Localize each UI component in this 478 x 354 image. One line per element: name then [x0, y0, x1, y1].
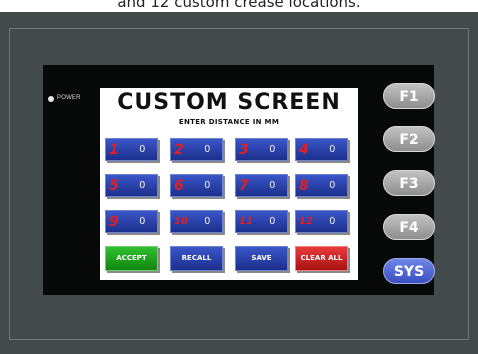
- location-button-12[interactable]: 12 0: [295, 210, 348, 233]
- location-number: 11: [239, 216, 253, 227]
- clear-all-button[interactable]: CLEAR ALL: [295, 246, 348, 271]
- caption-text: and 12 custom crease locations.: [117, 0, 361, 11]
- location-button-11[interactable]: 11 0: [235, 210, 288, 233]
- f4-key[interactable]: F4: [383, 214, 435, 240]
- touch-screen: CUSTOM SCREEN ENTER DISTANCE IN MM 1 0 2…: [100, 88, 358, 280]
- location-value: 0: [329, 216, 335, 227]
- location-number: 12: [299, 216, 313, 227]
- location-button-1[interactable]: 1 0: [105, 138, 158, 161]
- accept-button[interactable]: ACCEPT: [105, 246, 158, 271]
- location-button-8[interactable]: 8 0: [295, 174, 348, 197]
- location-number: 10: [174, 216, 188, 227]
- f2-key[interactable]: F2: [383, 126, 435, 152]
- screen-title: CUSTOM SCREEN: [117, 90, 341, 115]
- screen-subtitle: ENTER DISTANCE IN MM: [178, 118, 280, 126]
- location-button-9[interactable]: 9 0: [105, 210, 158, 233]
- location-value: 0: [329, 144, 335, 155]
- location-value: 0: [269, 216, 275, 227]
- location-number: 1: [109, 142, 119, 158]
- f3-key[interactable]: F3: [383, 170, 435, 196]
- location-value: 0: [139, 180, 145, 191]
- location-value: 0: [204, 144, 210, 155]
- sys-key[interactable]: SYS: [383, 258, 435, 284]
- location-number: 9: [109, 214, 119, 230]
- location-value: 0: [204, 216, 210, 227]
- location-number: 4: [299, 142, 309, 158]
- location-button-4[interactable]: 4 0: [295, 138, 348, 161]
- location-value: 0: [139, 216, 145, 227]
- location-number: 8: [299, 178, 309, 194]
- f1-key[interactable]: F1: [383, 83, 435, 109]
- location-number: 2: [174, 142, 184, 158]
- location-button-5[interactable]: 5 0: [105, 174, 158, 197]
- save-button[interactable]: SAVE: [235, 246, 288, 271]
- location-value: 0: [139, 144, 145, 155]
- location-button-2[interactable]: 2 0: [170, 138, 223, 161]
- location-number: 7: [239, 178, 249, 194]
- location-button-3[interactable]: 3 0: [235, 138, 288, 161]
- location-button-10[interactable]: 10 0: [170, 210, 223, 233]
- location-button-6[interactable]: 6 0: [170, 174, 223, 197]
- location-button-7[interactable]: 7 0: [235, 174, 288, 197]
- power-led-icon: [48, 96, 54, 102]
- location-value: 0: [204, 180, 210, 191]
- location-value: 0: [269, 144, 275, 155]
- power-label: POWER: [57, 95, 81, 101]
- location-value: 0: [329, 180, 335, 191]
- location-number: 6: [174, 178, 184, 194]
- location-value: 0: [269, 180, 275, 191]
- location-number: 5: [109, 178, 119, 194]
- recall-button[interactable]: RECALL: [170, 246, 223, 271]
- location-number: 3: [239, 142, 249, 158]
